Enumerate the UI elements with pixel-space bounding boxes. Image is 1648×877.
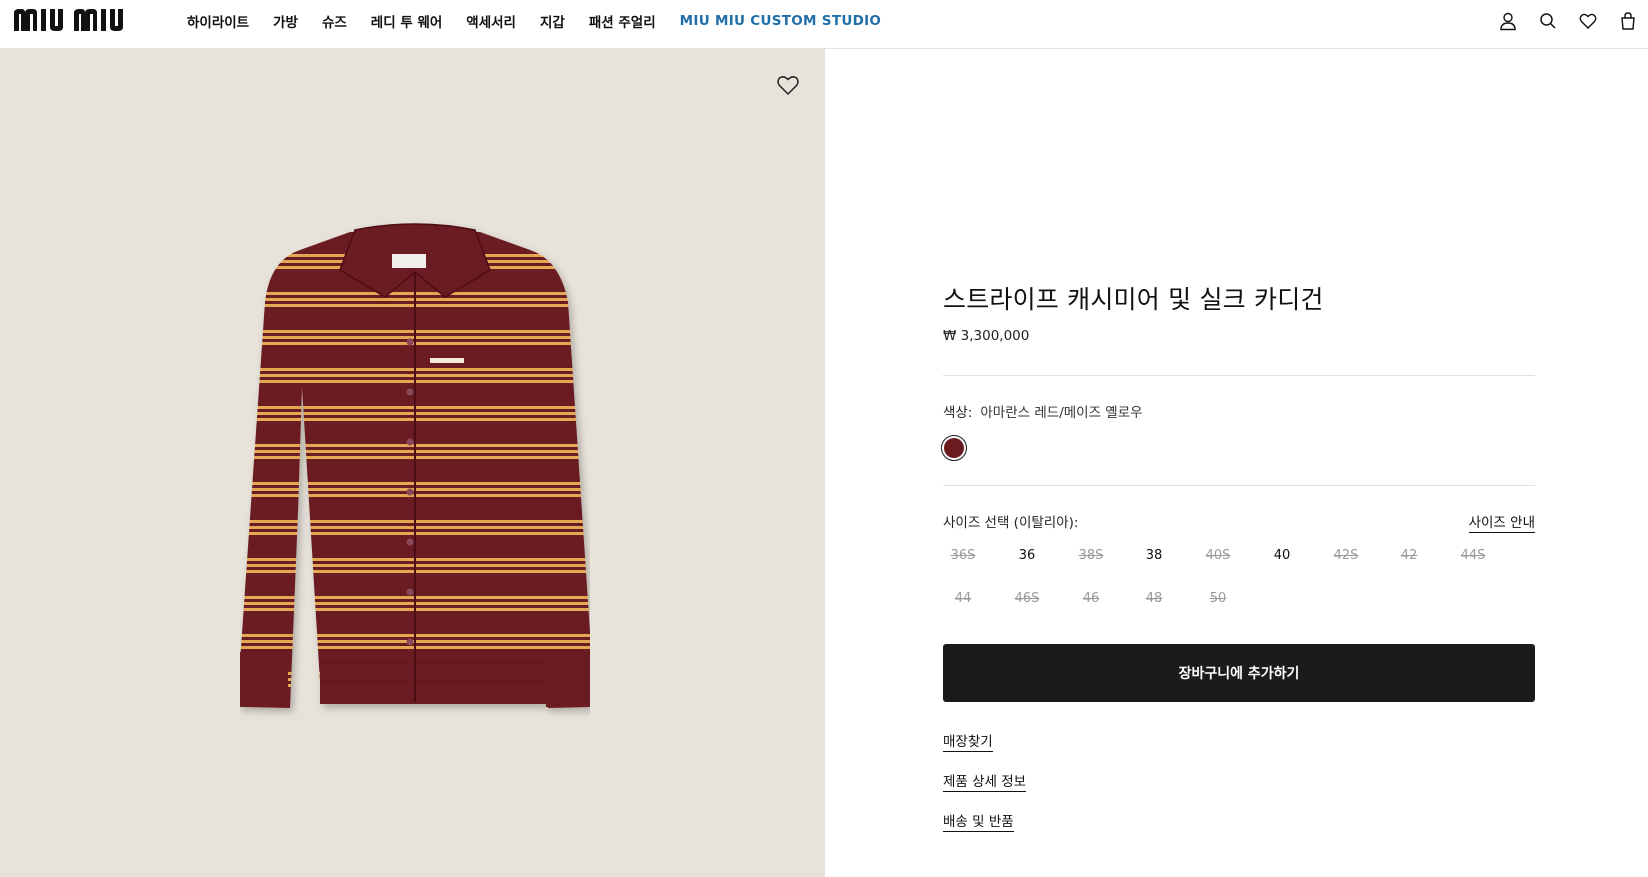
size-option[interactable]: 44S — [1453, 548, 1493, 563]
nav-fashion-jewelry[interactable]: 패션 주얼리 — [589, 11, 656, 31]
size-option[interactable]: 48 — [1134, 591, 1174, 606]
cardigan-image[interactable] — [240, 212, 590, 752]
size-option[interactable]: 50 — [1198, 591, 1238, 606]
shipping-returns-link[interactable]: 배송 및 반품 — [943, 810, 1014, 832]
divider — [943, 485, 1535, 486]
size-label: 사이즈 선택 (이탈리아): — [943, 515, 1079, 531]
divider — [943, 375, 1535, 376]
store-finder-link[interactable]: 매장찾기 — [943, 730, 993, 752]
nav-wallets[interactable]: 지갑 — [540, 11, 565, 31]
size-option[interactable]: 46S — [1007, 591, 1047, 606]
main-nav: 하이라이트 가방 슈즈 레디 투 웨어 액세서리 지갑 패션 주얼리 MIU M… — [187, 0, 905, 42]
size-option[interactable]: 46 — [1071, 591, 1111, 606]
nav-bags[interactable]: 가방 — [273, 11, 298, 31]
size-option[interactable]: 36S — [943, 548, 983, 563]
miu-miu-logo[interactable] — [12, 7, 160, 33]
color-label: 색상: — [943, 405, 973, 421]
product-info: 스트라이프 캐시미어 및 실크 카디건 ₩ 3,300,000 색상: 아마란스… — [941, 280, 1535, 832]
size-option[interactable]: 36 — [1007, 548, 1047, 563]
size-option[interactable]: 40S — [1198, 548, 1238, 563]
heart-icon[interactable] — [1568, 1, 1608, 41]
size-header: 사이즈 선택 (이탈리아): 사이즈 안내 — [943, 511, 1535, 533]
nav-shoes[interactable]: 슈즈 — [322, 11, 347, 31]
swatch-fill — [944, 438, 964, 458]
color-value: 아마란스 레드/메이즈 옐로우 — [980, 405, 1143, 421]
nav-accessories[interactable]: 액세서리 — [466, 11, 516, 31]
size-option[interactable]: 38S — [1071, 548, 1111, 563]
header-icons — [1488, 0, 1648, 42]
size-option[interactable]: 42S — [1326, 548, 1366, 563]
product-image-panel — [0, 49, 825, 877]
color-row: 색상: 아마란스 레드/메이즈 옐로우 — [943, 401, 1143, 421]
nav-custom-studio[interactable]: MIU MIU CUSTOM STUDIO — [680, 13, 882, 29]
add-to-cart-button[interactable]: 장바구니에 추가하기 — [943, 644, 1535, 702]
color-swatch[interactable] — [941, 435, 967, 461]
size-guide-link[interactable]: 사이즈 안내 — [1468, 511, 1535, 533]
user-icon[interactable] — [1488, 1, 1528, 41]
nav-ready-to-wear[interactable]: 레디 투 웨어 — [371, 11, 443, 31]
product-title: 스트라이프 캐시미어 및 실크 카디건 — [943, 285, 1324, 314]
site-header: 하이라이트 가방 슈즈 레디 투 웨어 액세서리 지갑 패션 주얼리 MIU M… — [0, 0, 1648, 49]
size-option[interactable]: 38 — [1134, 548, 1174, 563]
search-icon[interactable] — [1528, 1, 1568, 41]
size-option[interactable]: 40 — [1262, 548, 1302, 563]
product-price: ₩ 3,300,000 — [943, 328, 1030, 344]
bag-icon[interactable] — [1608, 1, 1648, 41]
product-details-link[interactable]: 제품 상세 정보 — [943, 770, 1027, 792]
wishlist-heart-icon[interactable] — [775, 73, 801, 97]
size-option[interactable]: 42 — [1389, 548, 1429, 563]
size-option[interactable]: 44 — [943, 591, 983, 606]
nav-highlights[interactable]: 하이라이트 — [187, 11, 249, 31]
